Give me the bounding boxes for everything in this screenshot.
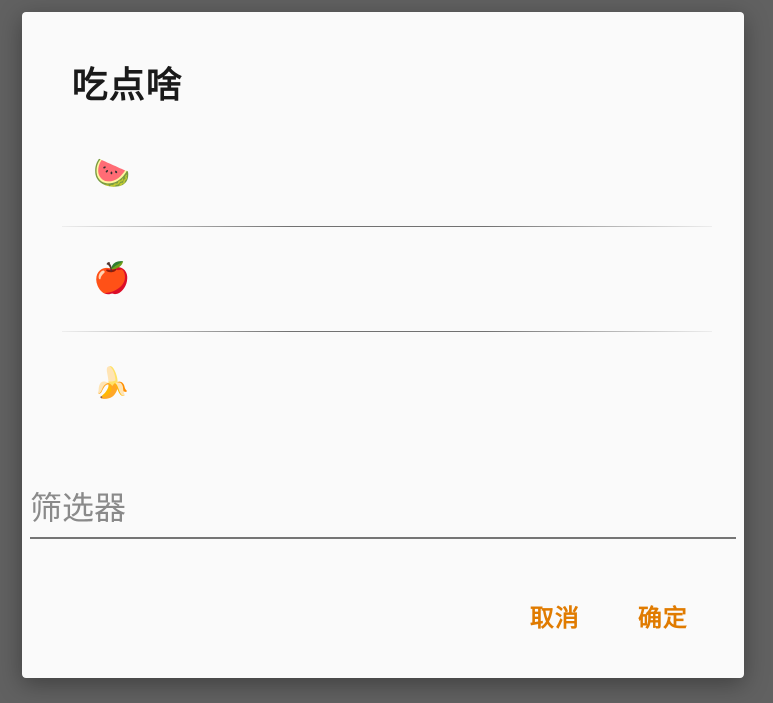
selection-dialog: 吃点啥 🍉 🍎 🍌 取消 确定 xyxy=(22,12,744,678)
fruit-list: 🍉 🍎 🍌 xyxy=(62,122,712,436)
dialog-actions: 取消 确定 xyxy=(518,592,700,639)
list-item-banana[interactable]: 🍌 xyxy=(62,332,712,436)
confirm-button[interactable]: 确定 xyxy=(626,592,700,639)
dialog-title: 吃点啥 xyxy=(72,65,184,106)
banana-icon: 🍌 xyxy=(93,366,131,401)
filter-input[interactable] xyxy=(30,482,736,534)
list-item-apple[interactable]: 🍎 xyxy=(62,227,712,331)
filter-field xyxy=(30,482,736,539)
watermelon-icon: 🍉 xyxy=(93,156,131,191)
apple-icon: 🍎 xyxy=(93,261,131,296)
cancel-button[interactable]: 取消 xyxy=(518,592,592,639)
list-item-watermelon[interactable]: 🍉 xyxy=(62,122,712,226)
